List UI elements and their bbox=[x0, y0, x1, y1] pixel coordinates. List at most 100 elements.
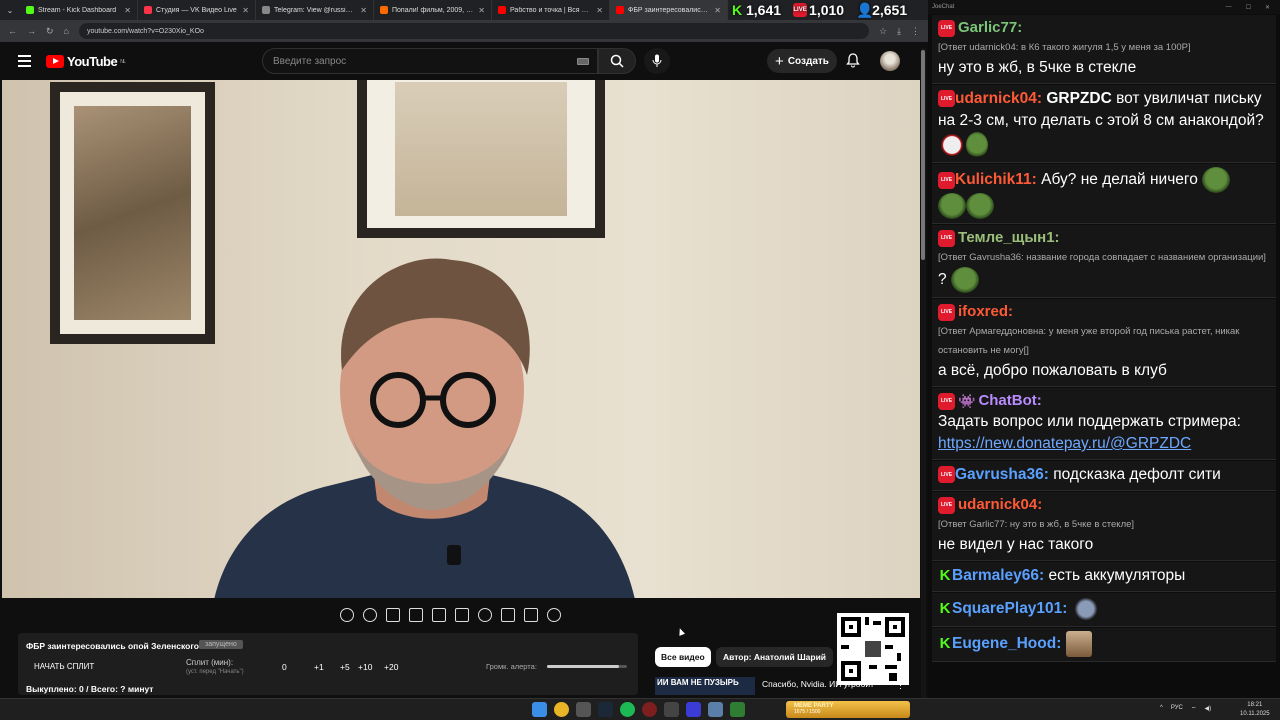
cinema-icon[interactable] bbox=[386, 608, 400, 622]
alert-volume-slider[interactable] bbox=[547, 665, 627, 668]
chat-username[interactable]: Eugene_Hood: bbox=[952, 635, 1061, 652]
reload-icon[interactable]: ↻ bbox=[46, 26, 54, 37]
start-icon[interactable] bbox=[532, 702, 547, 717]
close-tab-icon[interactable]: ✕ bbox=[242, 6, 249, 15]
chat-username[interactable]: SquarePlay101: bbox=[952, 600, 1067, 617]
app-icon[interactable] bbox=[730, 702, 745, 717]
notifications-button[interactable] bbox=[846, 53, 860, 73]
youtube-icon bbox=[616, 6, 624, 14]
voice-search-button[interactable] bbox=[644, 48, 670, 74]
donation-link[interactable]: https://new.donatepay.ru/@GRPZDC bbox=[938, 435, 1191, 452]
chat-username[interactable]: udarnick04: bbox=[958, 495, 1042, 515]
chat-username[interactable]: ChatBot: bbox=[978, 391, 1041, 411]
chat-message: K SquarePlay101: bbox=[932, 593, 1276, 627]
youtube-logo[interactable]: YouTube NL bbox=[46, 54, 126, 69]
vk-live-icon: LIVE bbox=[938, 90, 955, 108]
search-input[interactable]: Введите запрос bbox=[262, 48, 598, 74]
page-scrollbar[interactable] bbox=[921, 48, 926, 698]
window-icon[interactable] bbox=[708, 702, 723, 717]
search-button[interactable] bbox=[598, 48, 636, 74]
close-tab-icon[interactable]: ✕ bbox=[596, 6, 603, 15]
increment-button[interactable]: +10 bbox=[358, 662, 372, 672]
keyboard-icon[interactable] bbox=[577, 58, 589, 65]
chat-message: LIVE udarnick04: GRPZDC вот увиличат пись… bbox=[932, 85, 1276, 163]
loop-icon[interactable] bbox=[340, 608, 354, 622]
viewer-icon: 👤 bbox=[856, 2, 874, 18]
home-icon[interactable]: ⌂ bbox=[64, 26, 69, 36]
kick-icon: K bbox=[731, 2, 743, 18]
browser-tab[interactable]: Stream - Kick Dashboard ✕ bbox=[20, 0, 138, 20]
browser-tab[interactable]: Студия — VK Видео Live ✕ bbox=[138, 0, 256, 20]
chat-username[interactable]: Garlic77: bbox=[958, 18, 1022, 38]
kick-icon: K bbox=[939, 566, 951, 584]
increment-button[interactable]: +5 bbox=[340, 662, 350, 672]
chat-message: LIVE Kulichik11: Абу? не делай ничего bbox=[932, 164, 1276, 224]
clapperboard-icon[interactable] bbox=[409, 608, 423, 622]
star-icon[interactable]: ☆ bbox=[879, 26, 887, 37]
vk-live-icon: LIVE bbox=[793, 3, 808, 17]
split-hint: (уст. перед "Начать") bbox=[186, 669, 244, 675]
film-icon[interactable] bbox=[455, 608, 469, 622]
chat-message: LIVE udarnick04: [Ответ Garlic77: ну это … bbox=[932, 492, 1276, 561]
total-viewers-counter: 👤 2,651 bbox=[856, 2, 908, 18]
forward-icon[interactable]: → bbox=[27, 26, 36, 36]
browser-tab[interactable]: Попали! фильм, 2009, дата вы…✕ bbox=[374, 0, 492, 20]
create-button[interactable]: + Создать bbox=[767, 49, 837, 73]
back-icon[interactable]: ← bbox=[8, 26, 17, 36]
chat-username[interactable]: Barmaley66: bbox=[952, 567, 1044, 584]
vk-live-icon: LIVE bbox=[938, 171, 955, 189]
chat-username[interactable]: ifoxred: bbox=[958, 302, 1013, 322]
browser-tab[interactable]: Telegram: View @russiainmyw…✕ bbox=[256, 0, 374, 20]
browser-tab[interactable]: Рабство и точка | Вся правда…✕ bbox=[492, 0, 610, 20]
picture-in-picture-icon[interactable] bbox=[432, 608, 446, 622]
more-options-icon[interactable]: ⋮ bbox=[896, 680, 905, 691]
chrome-icon[interactable] bbox=[554, 702, 569, 717]
start-split-button[interactable]: НАЧАТЬ СПЛИТ bbox=[34, 662, 94, 671]
emote-pepe-icon bbox=[950, 267, 979, 293]
media-icon[interactable] bbox=[686, 702, 701, 717]
increment-button[interactable]: +1 bbox=[314, 662, 324, 672]
menu-icon[interactable] bbox=[18, 55, 31, 70]
browser-tab-active[interactable]: ФБР заинтересовались опо…✕ bbox=[610, 0, 728, 20]
chip-author[interactable]: Автор: Анатолий Шарий bbox=[716, 647, 834, 667]
bought-minutes: Выкуплено: 0 / Всего: ? минут bbox=[26, 684, 154, 694]
close-tab-icon[interactable]: ✕ bbox=[124, 6, 131, 15]
related-video-thumbnail[interactable]: ИИ ВАМ НЕ ПУЗЫРЬ bbox=[655, 677, 755, 695]
clock[interactable]: 18:21 10.11.2025 bbox=[1240, 701, 1270, 719]
account-avatar[interactable] bbox=[880, 51, 900, 71]
close-tab-icon[interactable]: ✕ bbox=[360, 6, 367, 15]
volume-icon[interactable]: ◀) bbox=[1204, 705, 1211, 713]
chat-username[interactable]: Gavrusha36: bbox=[955, 466, 1049, 483]
explorer-icon[interactable] bbox=[576, 702, 591, 717]
network-icon[interactable]: ⌔ bbox=[1191, 705, 1197, 713]
microphone-icon bbox=[652, 54, 662, 67]
close-tab-icon[interactable]: ✕ bbox=[478, 6, 485, 15]
maximize-icon[interactable]: ☐ bbox=[1246, 4, 1251, 11]
app-icon[interactable] bbox=[664, 702, 679, 717]
close-tab-icon[interactable]: ✕ bbox=[714, 6, 721, 15]
related-video-title[interactable]: Спасибо, Nvidia. ИИ угробит bbox=[762, 679, 874, 689]
url-field[interactable]: youtube.com/watch?v=O230Xio_KOo bbox=[78, 23, 869, 39]
camera-icon[interactable] bbox=[524, 608, 538, 622]
spotify-icon[interactable] bbox=[620, 702, 635, 717]
chat-username[interactable]: Kulichik11: bbox=[955, 171, 1037, 188]
minimize-icon[interactable]: — bbox=[1226, 4, 1232, 11]
obs-icon[interactable] bbox=[642, 702, 657, 717]
download-icon[interactable]: ⤓ bbox=[897, 26, 901, 37]
gear-icon[interactable] bbox=[547, 608, 561, 622]
language-indicator[interactable]: РУС bbox=[1171, 705, 1183, 713]
speed-icon[interactable] bbox=[478, 608, 492, 622]
video-player[interactable] bbox=[2, 80, 920, 598]
close-icon[interactable]: ✕ bbox=[1265, 4, 1270, 11]
tab-list-icon[interactable]: ⌄ bbox=[0, 6, 20, 15]
menu-dots-icon[interactable]: ⋮ bbox=[911, 26, 920, 37]
chat-username[interactable]: Темле_щын1: bbox=[958, 228, 1060, 248]
audio-icon[interactable] bbox=[363, 608, 377, 622]
chevron-up-icon[interactable]: ^ bbox=[1160, 705, 1163, 713]
add-icon[interactable] bbox=[501, 608, 515, 622]
increment-button[interactable]: +20 bbox=[384, 662, 398, 672]
chat-username[interactable]: udarnick04: bbox=[955, 90, 1042, 107]
chip-all-videos[interactable]: Все видео bbox=[655, 647, 711, 667]
status-badge: запущено bbox=[199, 640, 243, 649]
steam-icon[interactable] bbox=[598, 702, 613, 717]
